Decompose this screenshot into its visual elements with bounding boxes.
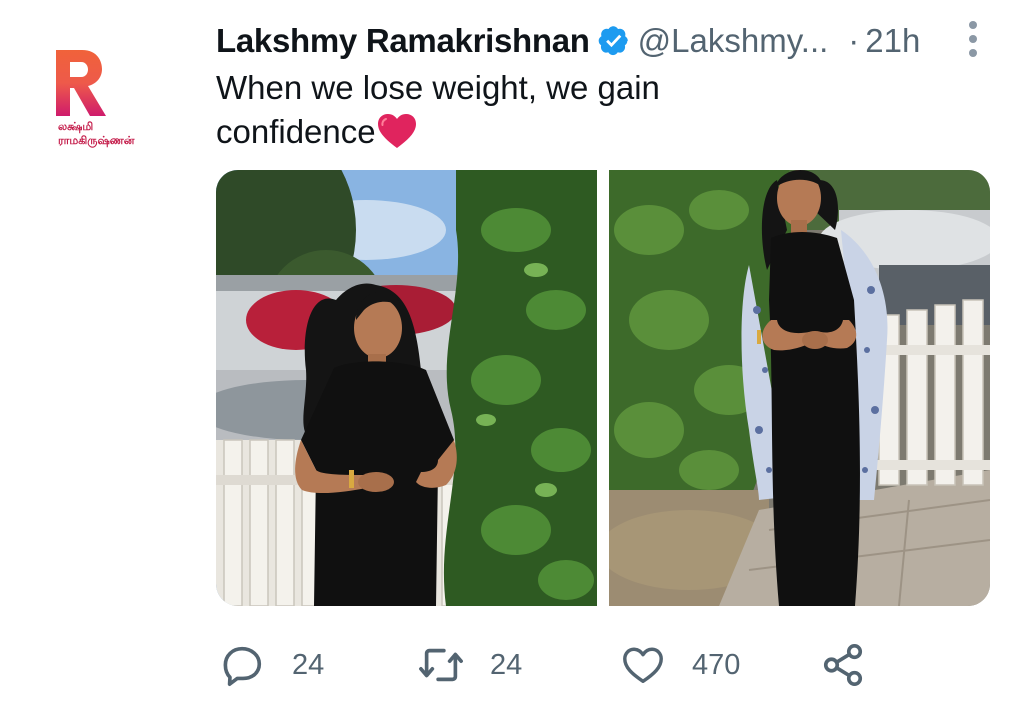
photo-1[interactable]	[216, 170, 597, 606]
media-grid	[216, 170, 990, 606]
share-icon	[823, 644, 863, 686]
photo-2-image	[609, 170, 990, 606]
logo-line-1: லக்ஷ்மி	[58, 120, 94, 133]
retweet-button[interactable]: 24	[418, 630, 522, 700]
photo-1-image	[216, 170, 597, 606]
like-button[interactable]: 470	[620, 630, 740, 700]
tweet-text-content: When we lose weight, we gain confidence	[216, 69, 660, 150]
retweet-icon	[419, 648, 463, 682]
reply-icon	[223, 646, 262, 686]
handle[interactable]: @Lakshmy...	[638, 22, 829, 60]
logo-icon	[56, 50, 106, 116]
red-heart-icon	[377, 114, 416, 148]
reply-button[interactable]: 24	[220, 630, 324, 700]
tweet[interactable]: லக்ஷ்மி ராமகிருஷ்ணன் Lakshmy Ramakrishna…	[0, 0, 1024, 718]
reply-count: 24	[292, 648, 325, 681]
tweet-header: Lakshmy Ramakrishnan @Lakshmy... · 21h	[216, 18, 1006, 64]
logo-line-2: ராமகிருஷ்ணன்	[58, 134, 135, 147]
retweet-count: 24	[490, 648, 523, 681]
display-name[interactable]: Lakshmy Ramakrishnan	[216, 22, 590, 60]
avatar[interactable]: லக்ஷ்மி ராமகிருஷ்ணன்	[50, 50, 166, 160]
verified-badge-icon	[598, 26, 628, 56]
action-bar: 24 24 470	[0, 630, 1024, 700]
logo-text: லக்ஷ்மி ராமகிருஷ்ணன்	[58, 120, 134, 148]
separator-dot: ·	[848, 22, 860, 59]
share-button[interactable]	[820, 630, 866, 700]
more-options-icon[interactable]	[966, 18, 980, 64]
heart-icon	[623, 647, 663, 684]
photo-2[interactable]	[609, 170, 990, 606]
timestamp[interactable]: 21h	[865, 22, 920, 60]
like-count: 470	[692, 648, 741, 681]
tweet-text: When we lose weight, we gain confidence	[216, 66, 736, 154]
